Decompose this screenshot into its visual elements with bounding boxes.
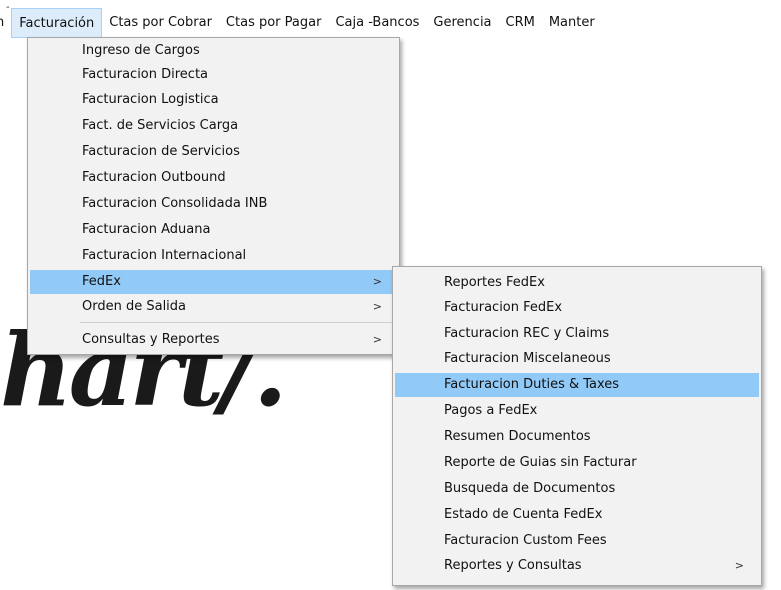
submenu-item-reportes-y-consultas-label: Reportes y Consultas (444, 558, 582, 573)
submenu-item-facturacion-duties-taxes[interactable]: Facturacion Duties & Taxes (395, 373, 759, 397)
menu-item-facturacion-directa[interactable]: Facturacion Directa (30, 63, 397, 87)
menu-item-facturacion-logistica[interactable]: Facturacion Logistica (30, 88, 397, 112)
submenu-item-facturacion-custom-fees[interactable]: Facturacion Custom Fees (395, 529, 759, 553)
menu-mantenimiento[interactable]: Manter (542, 8, 602, 38)
submenu-item-busqueda-documentos[interactable]: Busqueda de Documentos (395, 477, 759, 501)
menu-item-facturacion-servicios[interactable]: Facturacion de Servicios (30, 140, 397, 164)
submenu-item-facturacion-rec-claims[interactable]: Facturacion REC y Claims (395, 322, 759, 346)
submenu-item-facturacion-fedex[interactable]: Facturacion FedEx (395, 296, 759, 320)
menu-ctas-por-pagar[interactable]: Ctas por Pagar (219, 8, 329, 38)
menu-item-facturacion-internacional[interactable]: Facturacion Internacional (30, 244, 397, 268)
menu-crm[interactable]: CRM (499, 8, 542, 38)
chevron-right-icon: > (734, 559, 744, 572)
menu-item-facturacion-outbound[interactable]: Facturacion Outbound (30, 166, 397, 190)
submenu-item-reportes-fedex[interactable]: Reportes FedEx (395, 271, 759, 295)
menu-caja-bancos[interactable]: Caja -Bancos (328, 8, 426, 38)
menu-item-fedex-label: FedEx (82, 274, 121, 289)
menu-facturacion[interactable]: Facturación (11, 8, 103, 38)
facturacion-dropdown: Ingreso de Cargos Facturacion Directa Fa… (27, 37, 400, 355)
menu-item-fedex[interactable]: FedEx > (30, 270, 397, 294)
menu-ctas-por-cobrar[interactable]: Ctas por Cobrar (102, 8, 219, 38)
menu-gerencia[interactable]: Gerencia (426, 8, 498, 38)
submenu-item-resumen-documentos[interactable]: Resumen Documentos (395, 425, 759, 449)
menu-separator (80, 322, 395, 323)
submenu-item-reportes-y-consultas[interactable]: Reportes y Consultas > (395, 554, 759, 578)
menu-item-facturacion-aduana[interactable]: Facturacion Aduana (30, 218, 397, 242)
menu-truncated[interactable]: n (0, 8, 11, 38)
menu-item-consultas-y-reportes[interactable]: Consultas y Reportes > (30, 328, 397, 352)
menu-item-orden-de-salida-label: Orden de Salida (82, 299, 187, 314)
chevron-right-icon: > (372, 333, 382, 346)
menu-item-facturacion-consolidada-inb[interactable]: Facturacion Consolidada INB (30, 192, 397, 216)
submenu-item-estado-cuenta-fedex[interactable]: Estado de Cuenta FedEx (395, 503, 759, 527)
menu-item-fact-servicios-carga[interactable]: Fact. de Servicios Carga (30, 114, 397, 138)
submenu-item-reporte-guias-sin-facturar[interactable]: Reporte de Guias sin Facturar (395, 451, 759, 475)
chevron-right-icon: > (372, 275, 382, 288)
submenu-item-facturacion-miscelaneous[interactable]: Facturacion Miscelaneous (395, 347, 759, 371)
menu-item-consultas-y-reportes-label: Consultas y Reportes (82, 332, 220, 347)
fedex-submenu: Reportes FedEx Facturacion FedEx Factura… (392, 266, 762, 586)
menu-bar: n Facturación Ctas por Cobrar Ctas por P… (0, 8, 781, 38)
chevron-right-icon: > (372, 300, 382, 313)
submenu-item-pagos-a-fedex[interactable]: Pagos a FedEx (395, 399, 759, 423)
menu-item-orden-de-salida[interactable]: Orden de Salida > (30, 295, 397, 319)
menu-item-ingreso-de-cargos[interactable]: Ingreso de Cargos (30, 39, 397, 63)
